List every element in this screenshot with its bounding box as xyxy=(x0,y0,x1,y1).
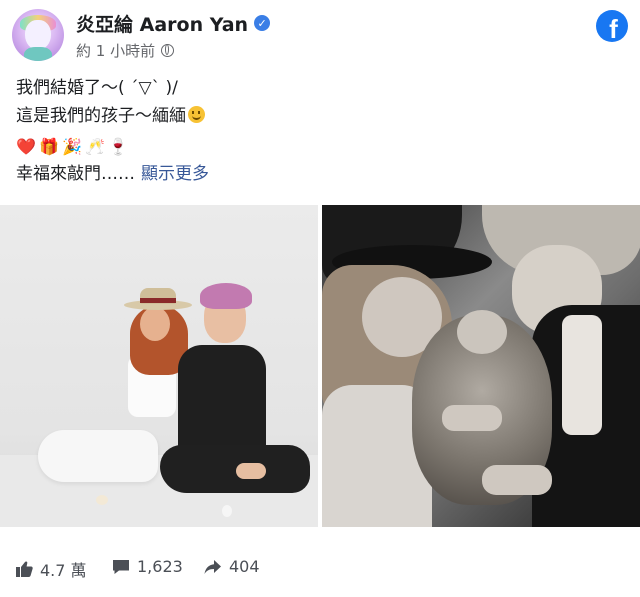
photo-couple-studio[interactable] xyxy=(0,205,318,527)
verified-badge-icon: ✓ xyxy=(254,15,271,31)
heart-emoji-icon: ❤️ xyxy=(16,137,36,156)
photo-grid xyxy=(0,205,640,527)
gift-emoji-icon: 🎁 xyxy=(39,137,59,156)
author-name[interactable]: 炎亞綸 Aaron Yan xyxy=(76,10,248,37)
comment-icon xyxy=(113,559,129,574)
post-header: 炎亞綸 Aaron Yan ✓ 約 1 小時前 xyxy=(12,9,271,61)
globe-icon xyxy=(161,43,175,57)
engagement-bar: 4.7 萬 1,623 404 xyxy=(0,527,640,597)
like-count[interactable]: 4.7 萬 xyxy=(16,557,87,581)
post-line-1: 我們結婚了～( ´▽` )/ xyxy=(16,78,178,98)
emoji-row: ❤️ 🎁 🎉 🥂 🍷 xyxy=(16,134,209,160)
facebook-post: 炎亞綸 Aaron Yan ✓ 約 1 小時前 f 我們結婚了～( ´▽` )/… xyxy=(0,0,640,597)
thumbs-up-icon xyxy=(16,561,33,577)
author-avatar[interactable] xyxy=(12,9,64,61)
post-timestamp[interactable]: 約 1 小時前 xyxy=(76,40,155,61)
champagne-glasses-emoji-icon: 🥂 xyxy=(85,137,105,156)
wine-glass-emoji-icon: 🍷 xyxy=(108,137,128,156)
comment-count[interactable]: 1,623 xyxy=(112,557,183,576)
smiley-emoji-icon xyxy=(188,106,205,123)
party-popper-emoji-icon: 🎉 xyxy=(62,137,82,156)
photo-couple-with-cat[interactable] xyxy=(322,205,640,527)
post-text: 我們結婚了～( ´▽` )/ 這是我們的孩子～緬緬 ❤️ 🎁 🎉 🥂 🍷 幸福來… xyxy=(16,74,209,188)
author-meta: 炎亞綸 Aaron Yan ✓ 約 1 小時前 xyxy=(76,10,271,61)
facebook-logo-icon: f xyxy=(596,10,628,42)
post-line-2: 這是我們的孩子～緬緬 xyxy=(16,102,209,130)
share-count[interactable]: 404 xyxy=(204,557,260,576)
share-arrow-icon xyxy=(204,559,221,574)
post-line-3: 幸福來敲門…… 顯示更多 xyxy=(16,164,209,184)
see-more-link[interactable]: 顯示更多 xyxy=(141,164,209,184)
